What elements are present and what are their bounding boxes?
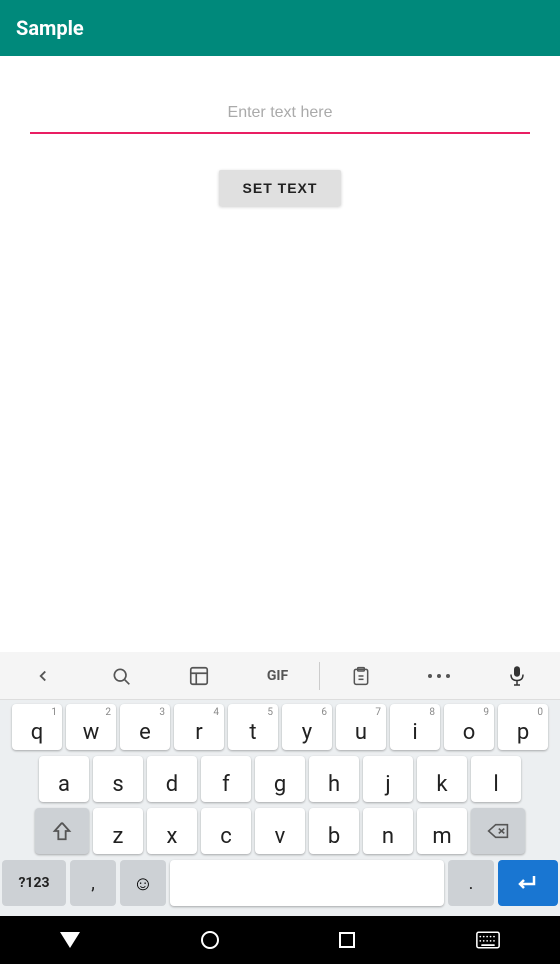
keyboard-back-button[interactable] — [4, 652, 82, 700]
nav-recents-icon — [339, 932, 355, 948]
input-container — [30, 96, 530, 134]
nav-recents-button[interactable] — [339, 932, 355, 948]
key-enter[interactable] — [498, 860, 558, 906]
key-spacebar[interactable] — [170, 860, 444, 906]
key-g[interactable]: g — [255, 756, 305, 802]
key-b[interactable]: b — [309, 808, 359, 854]
key-c[interactable]: c — [201, 808, 251, 854]
main-content: SET TEXT — [0, 56, 560, 652]
key-o[interactable]: 9o — [444, 704, 494, 750]
nav-back-icon — [60, 932, 80, 948]
key-m[interactable]: m — [417, 808, 467, 854]
keyboard-toolbar: GIF — [0, 652, 560, 700]
key-p[interactable]: 0p — [498, 704, 548, 750]
nav-bar — [0, 916, 560, 964]
key-r[interactable]: 4r — [174, 704, 224, 750]
key-d[interactable]: d — [147, 756, 197, 802]
key-backspace[interactable] — [471, 808, 525, 854]
key-v[interactable]: v — [255, 808, 305, 854]
key-a[interactable]: a — [39, 756, 89, 802]
key-sym[interactable]: ?123 — [2, 860, 66, 906]
nav-home-button[interactable] — [201, 931, 219, 949]
key-h[interactable]: h — [309, 756, 359, 802]
app-title: Sample — [16, 16, 84, 40]
nav-back-button[interactable] — [60, 932, 80, 948]
key-y[interactable]: 6y — [282, 704, 332, 750]
key-q[interactable]: 1q — [12, 704, 62, 750]
key-k[interactable]: k — [417, 756, 467, 802]
keyboard-clipboard-button[interactable] — [322, 652, 400, 700]
keyboard-keys: 1q 2w 3e 4r 5t 6y 7u 8i 9o 0p a s d f g … — [0, 700, 560, 916]
keyboard-container: GIF — [0, 652, 560, 916]
key-period[interactable]: . — [448, 860, 494, 906]
key-comma[interactable]: , — [70, 860, 116, 906]
key-e[interactable]: 3e — [120, 704, 170, 750]
key-l[interactable]: l — [471, 756, 521, 802]
key-w[interactable]: 2w — [66, 704, 116, 750]
toolbar-divider — [319, 662, 320, 690]
key-i[interactable]: 8i — [390, 704, 440, 750]
nav-keyboard-button[interactable] — [476, 931, 500, 949]
keyboard-gif-button[interactable]: GIF — [238, 652, 316, 700]
text-input[interactable] — [30, 96, 530, 130]
keyboard-more-button[interactable] — [400, 652, 478, 700]
input-underline — [30, 132, 530, 134]
key-f[interactable]: f — [201, 756, 251, 802]
key-z[interactable]: z — [93, 808, 143, 854]
key-j[interactable]: j — [363, 756, 413, 802]
nav-home-icon — [201, 931, 219, 949]
app-bar: Sample — [0, 0, 560, 56]
key-u[interactable]: 7u — [336, 704, 386, 750]
key-s[interactable]: s — [93, 756, 143, 802]
key-emoji[interactable]: ☺ — [120, 860, 166, 906]
key-t[interactable]: 5t — [228, 704, 278, 750]
keyboard-row-1: 1q 2w 3e 4r 5t 6y 7u 8i 9o 0p — [2, 704, 558, 750]
keyboard-row-2: a s d f g h j k l — [2, 756, 558, 802]
keyboard-sticker-button[interactable] — [160, 652, 238, 700]
key-x[interactable]: x — [147, 808, 197, 854]
set-text-button[interactable]: SET TEXT — [219, 170, 342, 206]
keyboard-row-4: ?123 , ☺ . — [2, 860, 558, 906]
key-shift[interactable] — [35, 808, 89, 854]
keyboard-row-3: z x c v b n m — [2, 808, 558, 854]
keyboard-mic-button[interactable] — [478, 652, 556, 700]
keyboard-search-button[interactable] — [82, 652, 160, 700]
key-n[interactable]: n — [363, 808, 413, 854]
